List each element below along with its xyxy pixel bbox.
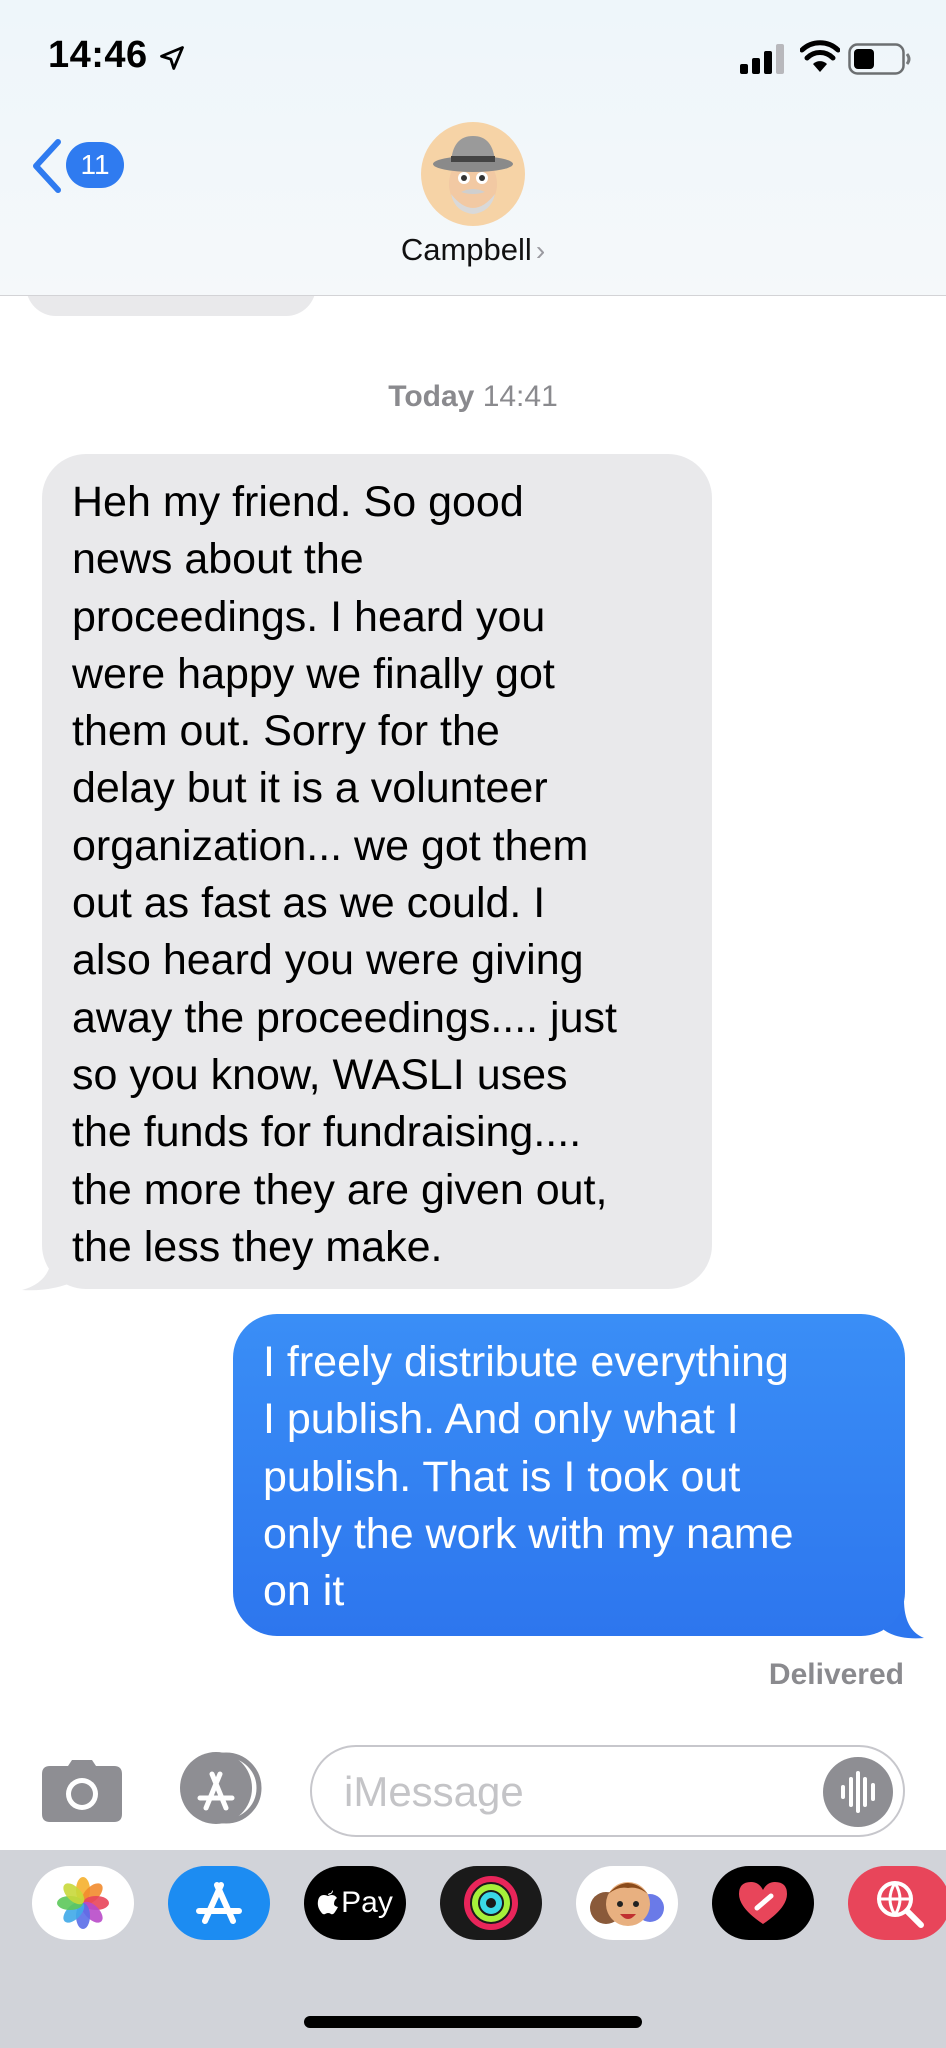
status-time: 14:46 <box>48 34 148 76</box>
apple-pay-label: Pay <box>341 1886 393 1919</box>
message-line: Heh my friend. So good <box>72 478 524 526</box>
contact-name-button[interactable]: Campbell › <box>0 232 946 268</box>
message-line: proceedings. I heard you <box>72 592 546 641</box>
wifi-icon <box>800 40 840 72</box>
message-line: out as fast as we could. I <box>72 879 546 928</box>
message-timestamp: Today 14:41 <box>0 380 946 414</box>
chevron-right-icon: › <box>535 235 546 266</box>
message-line: them out. Sorry for the <box>72 707 500 756</box>
camera-icon <box>42 1760 122 1822</box>
app-store-app-icon[interactable] <box>168 1866 270 1940</box>
message-line: the less they make. <box>72 1222 443 1271</box>
contact-name: Campbell <box>400 232 532 267</box>
audio-message-button[interactable] <box>823 1757 893 1827</box>
photos-app-icon[interactable] <box>32 1866 134 1940</box>
photos-icon <box>57 1877 109 1929</box>
message-line: publish. That is I took out <box>263 1452 741 1501</box>
heart-icon <box>739 1882 787 1924</box>
apple-logo-icon <box>317 1890 339 1915</box>
home-indicator[interactable] <box>304 2016 642 2028</box>
message-line: organization... we got them <box>72 821 589 870</box>
location-arrow-icon <box>160 46 184 70</box>
app-store-drawer-button[interactable] <box>176 1752 266 1824</box>
message-input-field[interactable] <box>310 1745 905 1837</box>
waveform-icon <box>841 1771 875 1813</box>
message-line: I publish. And only what I <box>263 1395 739 1444</box>
apple-pay-app-icon[interactable]: Pay <box>304 1866 406 1940</box>
app-store-a-icon <box>196 1882 242 1924</box>
battery-icon <box>848 43 911 75</box>
timestamp-time: 14:41 <box>482 380 558 413</box>
message-line: the funds for fundraising.... <box>72 1108 582 1157</box>
app-store-icon <box>180 1752 262 1824</box>
message-line: news about the <box>72 535 364 584</box>
chevron-left-icon <box>33 139 61 193</box>
back-button[interactable]: 11 <box>30 138 140 194</box>
memoji-avatar-icon <box>433 136 513 214</box>
digital-touch-icon[interactable] <box>712 1866 814 1940</box>
unread-count-badge: 11 <box>66 142 124 188</box>
delivery-status: Delivered <box>768 1658 904 1691</box>
message-line: only the work with my name <box>263 1509 794 1558</box>
message-input[interactable] <box>342 1761 786 1823</box>
timestamp-day: Today <box>388 380 475 413</box>
compose-bar <box>0 1730 946 1850</box>
message-line: away the proceedings.... just <box>72 993 617 1042</box>
conversation-header: 14:46 11 Campbell › <box>0 0 946 296</box>
message-line: were happy we finally got <box>72 649 555 698</box>
incoming-message-bubble[interactable]: Heh my friend. So good news about the pr… <box>42 454 712 1289</box>
message-line: also heard you were giving <box>72 936 584 985</box>
cellular-signal-icon <box>740 44 784 74</box>
activity-rings-icon <box>464 1876 518 1930</box>
web-images-search-icon[interactable] <box>848 1866 946 1940</box>
imessage-app-drawer: Pay <box>0 1850 946 2048</box>
activity-app-icon[interactable] <box>440 1866 542 1940</box>
camera-button[interactable] <box>42 1760 122 1822</box>
contact-avatar[interactable] <box>421 122 525 226</box>
globe-search-icon <box>877 1881 924 1928</box>
message-line: I freely distribute everything <box>263 1338 789 1386</box>
memoji-stickers-icon[interactable] <box>576 1866 678 1940</box>
message-line: on it <box>263 1567 345 1616</box>
message-line: so you know, WASLI uses <box>72 1050 568 1099</box>
message-line: delay but it is a volunteer <box>72 764 548 813</box>
message-line: the more they are given out, <box>72 1165 608 1214</box>
memoji-faces-icon <box>590 1882 664 1926</box>
outgoing-message-bubble[interactable]: I freely distribute everything I publish… <box>233 1314 905 1636</box>
